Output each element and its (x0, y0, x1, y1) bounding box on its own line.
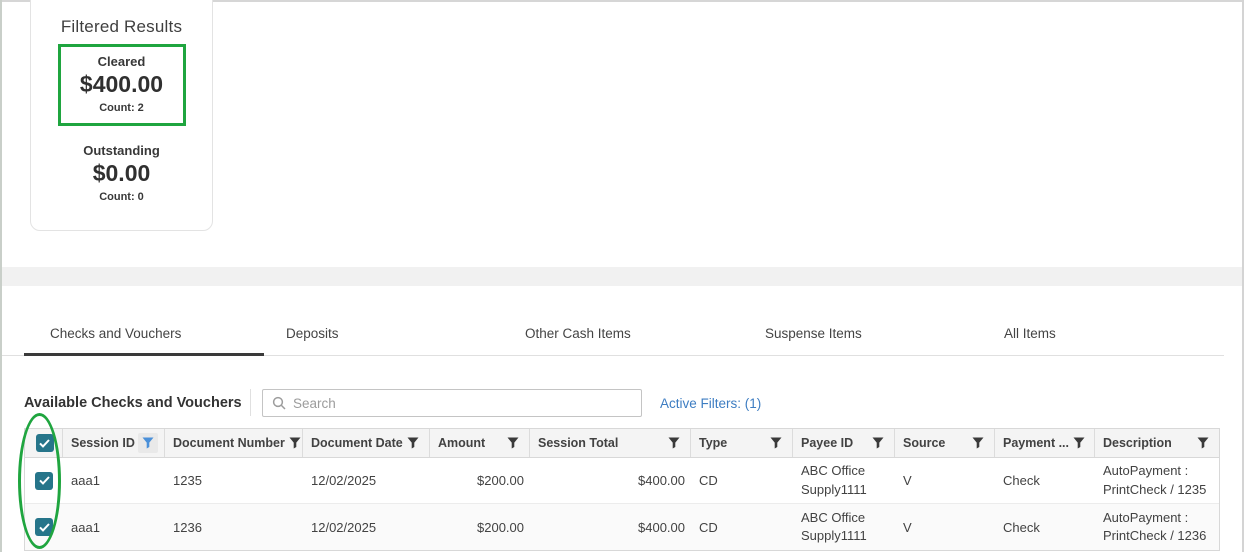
cell-document-date: 12/02/2025 (303, 504, 430, 550)
toolbar-divider (250, 389, 251, 416)
active-filters-link[interactable]: Active Filters: (1) (660, 396, 761, 411)
header-session-id: Session ID (63, 429, 165, 457)
cell-amount: $200.00 (430, 458, 530, 503)
filter-icon-source[interactable] (968, 433, 988, 453)
cell-description: AutoPayment : PrintCheck / 1235 (1095, 458, 1219, 503)
cleared-label: Cleared (61, 54, 183, 69)
table-header-row: Session ID Document Number Document Date… (25, 429, 1219, 458)
outstanding-label: Outstanding (31, 143, 212, 158)
search-box[interactable] (262, 389, 642, 417)
tab-other-cash-items[interactable]: Other Cash Items (525, 326, 631, 341)
table-row: aaa1 1236 12/02/2025 $200.00 $400.00 CD … (25, 504, 1219, 550)
cell-session-total: $400.00 (530, 504, 691, 550)
cell-payment: Check (995, 504, 1095, 550)
cell-source: V (895, 504, 995, 550)
filter-icon-document-number[interactable] (285, 433, 303, 453)
filter-icon-session-total[interactable] (664, 433, 684, 453)
row-checkbox-cell (25, 504, 63, 550)
tab-strip: Checks and Vouchers Deposits Other Cash … (2, 320, 1242, 356)
table-toolbar: Available Checks and Vouchers Active Fil… (2, 388, 1242, 418)
cell-type: CD (691, 458, 793, 503)
filter-icon-type[interactable] (766, 433, 786, 453)
cell-document-number: 1236 (165, 504, 303, 550)
cell-type: CD (691, 504, 793, 550)
tab-suspense-items[interactable]: Suspense Items (765, 326, 862, 341)
cell-payee-id: ABC Office Supply1111 (793, 504, 895, 550)
checks-vouchers-table: Session ID Document Number Document Date… (24, 428, 1220, 551)
header-amount: Amount (430, 429, 530, 457)
active-tab-underline (24, 353, 264, 356)
checkmark-icon (39, 523, 50, 532)
cell-description: AutoPayment : PrintCheck / 1236 (1095, 504, 1219, 550)
header-payee-id: Payee ID (793, 429, 895, 457)
header-document-number: Document Number (165, 429, 303, 457)
checkmark-icon (39, 439, 50, 448)
tab-deposits[interactable]: Deposits (286, 326, 339, 341)
search-input[interactable] (293, 396, 613, 411)
search-icon (272, 396, 286, 410)
header-document-date: Document Date (303, 429, 430, 457)
header-select-all-cell (25, 429, 63, 457)
select-all-checkbox[interactable] (36, 434, 54, 452)
filter-icon-amount[interactable] (503, 433, 523, 453)
checkmark-icon (39, 476, 50, 485)
header-payment: Payment ... (995, 429, 1095, 457)
table-row: aaa1 1235 12/02/2025 $200.00 $400.00 CD … (25, 458, 1219, 504)
tab-checks-and-vouchers[interactable]: Checks and Vouchers (50, 326, 181, 341)
tab-all-items[interactable]: All Items (1004, 326, 1056, 341)
cell-session-id: aaa1 (63, 504, 165, 550)
header-description: Description (1095, 429, 1219, 457)
cell-source: V (895, 458, 995, 503)
cleared-count: Count: 2 (61, 102, 183, 114)
outstanding-box: Outstanding $0.00 Count: 0 (31, 143, 212, 203)
header-session-total: Session Total (530, 429, 691, 457)
outstanding-count: Count: 0 (31, 191, 212, 203)
filter-icon-description[interactable] (1193, 433, 1213, 453)
filtered-results-card: Filtered Results Cleared $400.00 Count: … (30, 0, 213, 231)
filter-icon-payment[interactable] (1069, 433, 1089, 453)
section-divider-band (2, 267, 1242, 286)
header-type: Type (691, 429, 793, 457)
cell-session-total: $400.00 (530, 458, 691, 503)
header-source: Source (895, 429, 995, 457)
cell-payee-id: ABC Office Supply1111 (793, 458, 895, 503)
cleared-highlight-box: Cleared $400.00 Count: 2 (58, 44, 186, 126)
filter-icon-document-date[interactable] (403, 433, 423, 453)
row-checkbox[interactable] (35, 518, 53, 536)
section-title: Available Checks and Vouchers (24, 395, 242, 411)
filter-icon-session-id[interactable] (138, 433, 158, 453)
row-checkbox[interactable] (35, 472, 53, 490)
row-checkbox-cell (25, 458, 63, 503)
filter-icon-payee-id[interactable] (868, 433, 888, 453)
cell-document-date: 12/02/2025 (303, 458, 430, 503)
outstanding-amount: $0.00 (31, 160, 212, 187)
cell-session-id: aaa1 (63, 458, 165, 503)
cell-document-number: 1235 (165, 458, 303, 503)
cell-payment: Check (995, 458, 1095, 503)
filtered-results-title: Filtered Results (31, 17, 212, 37)
cell-amount: $200.00 (430, 504, 530, 550)
reconciliation-screen: Filtered Results Cleared $400.00 Count: … (0, 0, 1244, 552)
cleared-amount: $400.00 (61, 71, 183, 98)
